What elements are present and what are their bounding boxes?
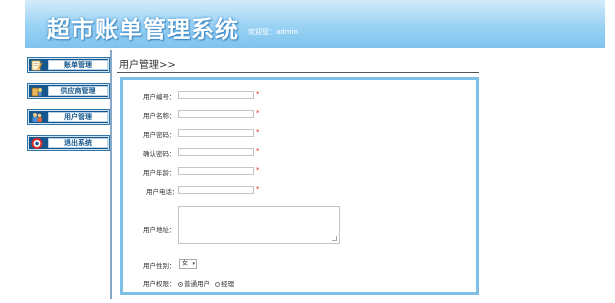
- sidebar-item-label: 账单管理: [64, 61, 92, 69]
- radio-label: 经理: [221, 280, 235, 288]
- bill-icon: [31, 60, 43, 71]
- password-label: 用户密码：: [143, 131, 176, 139]
- password-field[interactable]: [178, 129, 254, 137]
- phone-field[interactable]: [178, 186, 254, 194]
- address-label: 用户地址：: [143, 226, 176, 234]
- users-icon: [32, 113, 42, 122]
- phone-label: 用户电话：: [146, 188, 179, 196]
- user-form: 用户编号： * 用户名称： * 用户密码： * 确认密码： * 用户年龄： * …: [120, 77, 479, 295]
- supplier-icon: [31, 87, 42, 97]
- confirm-password-label: 确认密码：: [143, 150, 176, 158]
- required-mark: *: [256, 166, 260, 174]
- address-textarea[interactable]: [178, 206, 340, 244]
- user-id-label: 用户编号：: [143, 93, 176, 101]
- gender-select[interactable]: 女 ▾: [179, 259, 197, 269]
- app-header: 超市账单管理系统 欢迎您：admin: [25, 0, 605, 48]
- sidebar-item-users[interactable]: 用户管理: [27, 109, 110, 125]
- age-label: 用户年龄：: [143, 169, 176, 177]
- required-mark: *: [256, 109, 260, 117]
- gender-selected-value: 女: [182, 260, 189, 267]
- sidebar-item-label: 用户管理: [64, 113, 92, 121]
- sidebar-item-label: 退出系统: [64, 139, 92, 147]
- sidebar-item-label: 供应商管理: [60, 87, 96, 95]
- welcome-text: 欢迎您：admin: [248, 28, 298, 36]
- page-title: 用户管理>>: [119, 60, 176, 71]
- resize-grip[interactable]: [332, 236, 337, 241]
- required-mark: *: [256, 90, 260, 98]
- lifebuoy-icon: [31, 138, 43, 149]
- sidebar-item-suppliers[interactable]: 供应商管理: [27, 83, 110, 99]
- required-mark: *: [256, 185, 260, 193]
- required-mark: *: [256, 147, 260, 155]
- role-label: 用户权限：: [143, 280, 176, 288]
- user-name-label: 用户名称：: [143, 112, 176, 120]
- role-radio-group: 普通用户 经理: [178, 278, 234, 288]
- required-mark: *: [256, 128, 260, 136]
- sidebar-item-logout[interactable]: 退出系统: [27, 135, 110, 151]
- sidebar: 账单管理 供应商管理 用户管理 退出系统: [22, 50, 112, 299]
- age-field[interactable]: [178, 167, 254, 175]
- user-name-field[interactable]: [178, 110, 254, 118]
- gender-label: 用户性别：: [143, 262, 176, 270]
- radio-manager[interactable]: [215, 282, 221, 287]
- chevron-down-icon: ▾: [192, 261, 195, 267]
- app-title: 超市账单管理系统: [47, 17, 239, 43]
- radio-normal-user[interactable]: [178, 282, 183, 287]
- sidebar-item-bills[interactable]: 账单管理: [27, 57, 110, 73]
- confirm-password-field[interactable]: [178, 148, 254, 156]
- user-id-field[interactable]: [178, 91, 254, 99]
- divider: [117, 72, 479, 73]
- radio-label: 普通用户: [184, 280, 210, 288]
